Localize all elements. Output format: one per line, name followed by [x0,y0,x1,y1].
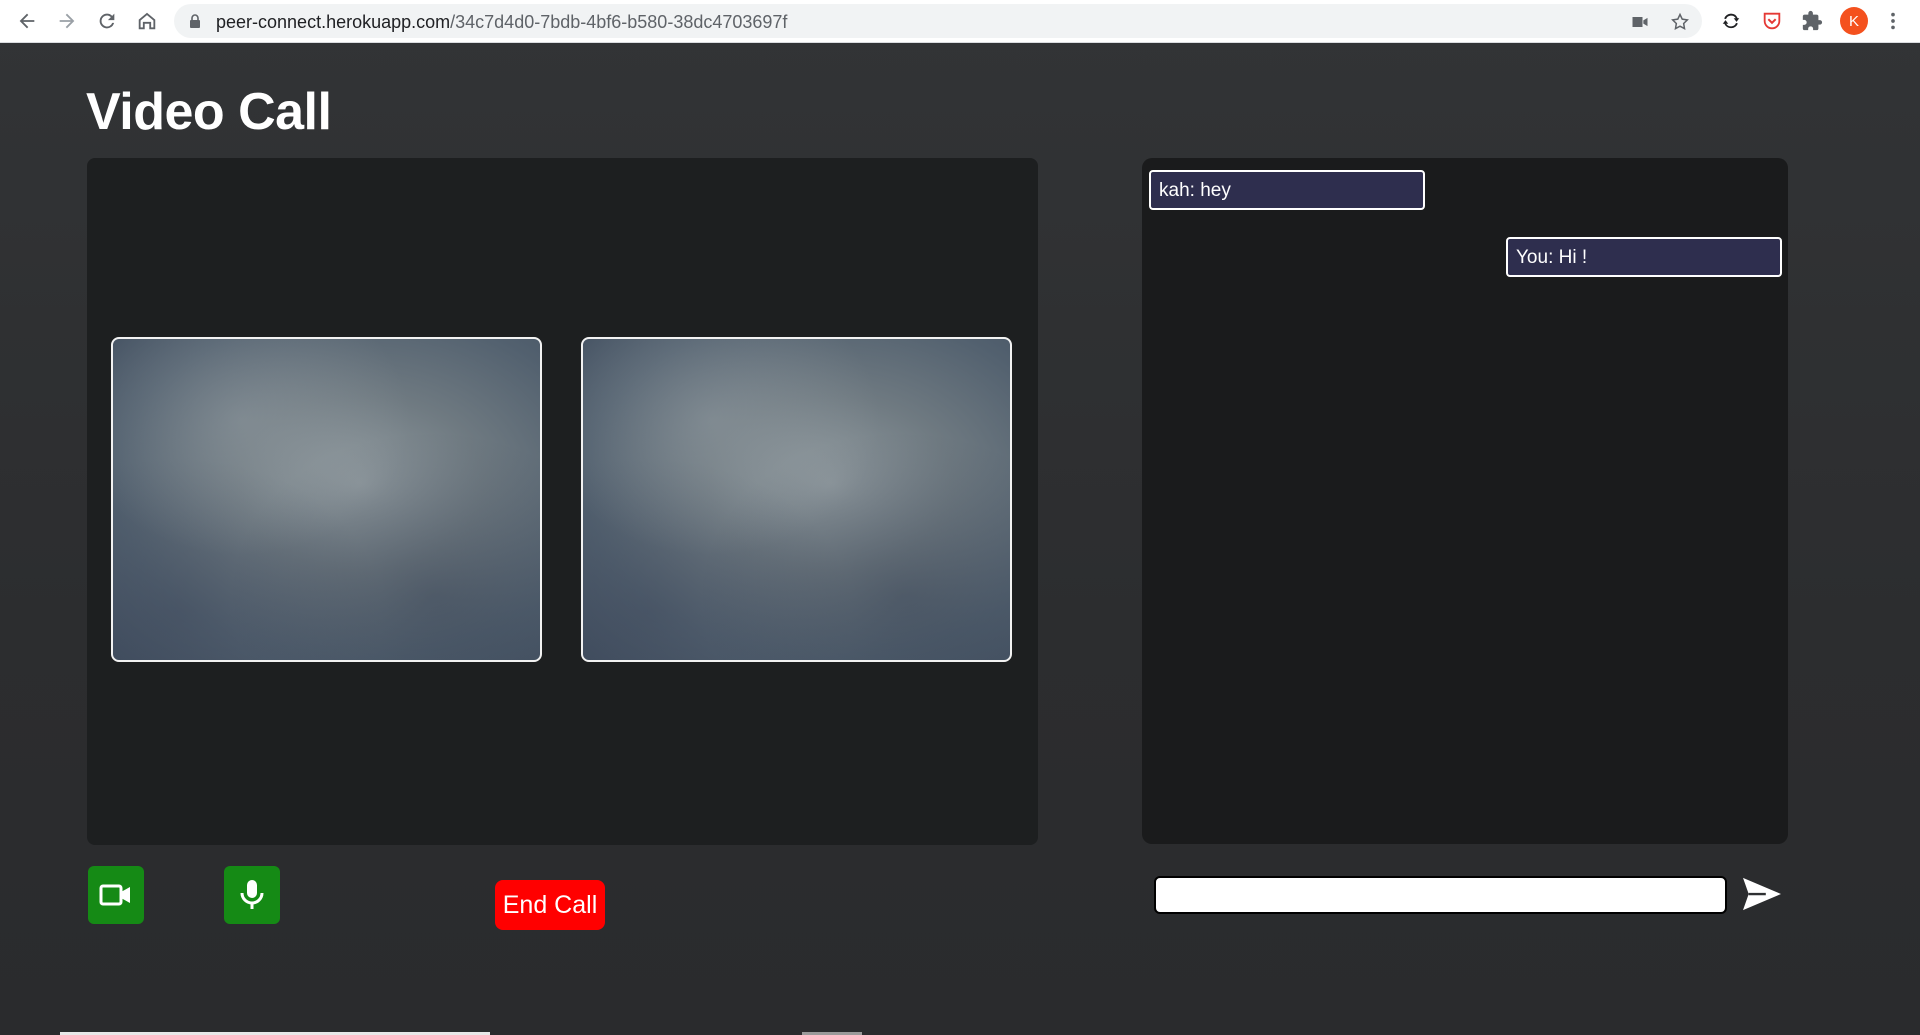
lock-icon [190,14,200,28]
end-call-button[interactable]: End Call [495,880,605,930]
remote-video [111,337,542,662]
address-bar[interactable]: peer-connect.herokuapp.com/34c7d4d0-7bdb… [174,4,1702,38]
url-host: peer-connect.herokuapp.com [216,12,451,32]
microphone-icon [240,880,264,909]
forward-button[interactable] [54,8,80,34]
kebab-menu-icon [1891,12,1895,30]
star-icon [1671,12,1689,30]
arrow-left-icon [19,13,35,29]
profile-avatar[interactable]: K [1840,7,1868,35]
puzzle-icon [1802,10,1823,31]
camera-toggle-button[interactable] [88,866,144,924]
reload-button[interactable] [94,8,120,34]
local-video [581,337,1012,662]
video-feed [113,339,540,660]
video-camera-icon [99,884,130,906]
url-text[interactable]: peer-connect.herokuapp.com/34c7d4d0-7bdb… [216,12,787,33]
chat-input[interactable] [1154,876,1727,914]
sync-icon [1722,13,1740,29]
sync-extension-button[interactable] [1718,8,1744,34]
microphone-toggle-button[interactable] [224,866,280,924]
chat-panel: kah: hey You: Hi ! [1142,158,1788,844]
video-feed [583,339,1010,660]
camera-permission-button[interactable] [1628,10,1652,34]
video-panel [87,158,1038,845]
reload-icon [99,13,115,29]
bookmark-button[interactable] [1668,10,1692,34]
home-icon [138,12,156,30]
send-button[interactable] [1740,874,1784,914]
url-path: /34c7d4d0-7bdb-4bf6-b580-38dc4703697f [450,12,788,32]
arrow-right-icon [59,13,75,29]
back-button[interactable] [14,8,40,34]
page-title: Video Call [86,83,332,141]
home-button[interactable] [134,8,160,34]
pocket-extension-button[interactable] [1759,8,1785,34]
browser-toolbar: peer-connect.herokuapp.com/34c7d4d0-7bdb… [0,0,1920,43]
extensions-button[interactable] [1799,8,1825,34]
send-arrow-icon [1743,877,1781,911]
browser-menu-button[interactable] [1880,8,1906,34]
chat-message-sent: You: Hi ! [1506,237,1782,277]
camera-icon [1632,17,1648,27]
chat-message-received: kah: hey [1149,170,1425,210]
pocket-icon [1763,12,1781,30]
